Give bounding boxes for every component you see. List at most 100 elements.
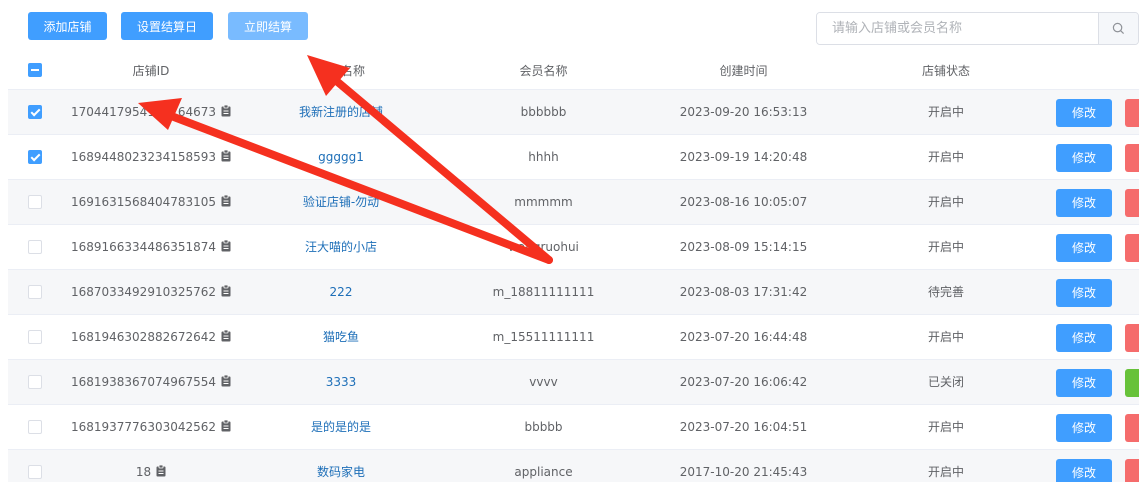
select-all-checkbox[interactable] [28,63,42,77]
table-row: 1689166334486351874 汪大喵的小店 wangruohui 2023-… [8,225,1139,270]
edit-button[interactable]: 修改 [1056,279,1112,307]
shop-name-link[interactable]: 验证店铺-勿动 [251,180,431,225]
header-member-name: 会员名称 [519,64,568,78]
shop-id: 1691631568404783105 [70,195,217,209]
edit-button[interactable]: 修改 [1056,144,1112,172]
shop-id-cell: 1689448023234158593 [61,135,241,180]
disable-button[interactable] [1125,414,1139,442]
disable-button[interactable] [1125,99,1139,127]
shop-id: 1689166334486351874 [70,240,217,254]
disable-button[interactable] [1125,189,1139,217]
member-name: vvvv [529,375,558,389]
created-time: 2023-09-20 16:53:13 [679,105,808,119]
table-row: 1681937776303042562 是的是的是 bbbbb 2023-07-20 … [8,405,1139,450]
created-time: 2023-07-20 16:06:42 [679,375,808,389]
created-time: 2023-07-20 16:44:48 [679,330,808,344]
shop-name-link[interactable]: 汪大喵的小店 [251,225,431,270]
edit-button[interactable]: 修改 [1056,459,1112,482]
header-shop-id: 店铺ID [132,64,170,78]
shop-id-cell: 1681946302882672642 [61,315,241,360]
shop-id-cell: 1691631568404783105 [61,180,241,225]
shop-id-cell: 18 [61,450,241,482]
table-row: 1689448023234158593 ggggg1 hhhh 2023-09-19 … [8,135,1139,180]
clipboard-icon[interactable] [221,420,231,432]
shop-status: 开启中 [927,105,964,119]
clipboard-icon[interactable] [221,195,231,207]
disable-button[interactable] [1125,324,1139,352]
toolbar: 添加店铺 设置结算日 立即结算 [0,0,1139,52]
disable-button[interactable] [1125,144,1139,172]
shop-status: 开启中 [927,330,964,344]
disable-button[interactable] [1125,234,1139,262]
edit-button[interactable]: 修改 [1056,324,1112,352]
table-row: 1681938367074967554 3333 vvvv 2023-07-20 16… [8,360,1139,405]
shop-name-link[interactable]: 数码家电 [251,450,431,482]
search-box [816,12,1139,45]
shop-name-link[interactable]: 222 [251,270,431,315]
shop-id-cell: 1681938367074967554 [61,360,241,405]
edit-button[interactable]: 修改 [1056,369,1112,397]
member-name: mmmmm [514,195,573,209]
created-time: 2023-09-19 14:20:48 [679,150,808,164]
shop-status: 开启中 [927,150,964,164]
row-checkbox[interactable] [28,330,42,344]
clipboard-icon[interactable] [221,330,231,342]
clipboard-icon[interactable] [221,375,231,387]
set-settlement-day-button[interactable]: 设置结算日 [121,12,213,40]
shop-id-cell: 1704417954164164673 [61,90,241,135]
table-row: 18 数码家电 appliance 2017-10-20 21:45:43 开启中 修改 [8,450,1139,482]
clipboard-icon[interactable] [221,285,231,297]
edit-button[interactable]: 修改 [1056,414,1112,442]
created-time: 2023-08-03 17:31:42 [679,285,808,299]
shop-status: 开启中 [927,195,964,209]
search-input[interactable] [817,13,1098,44]
enable-button[interactable] [1125,369,1139,397]
table-header: 店铺ID 店铺名称 会员名称 创建时间 店铺状态 [8,52,1139,90]
created-time: 2023-08-09 15:14:15 [679,240,808,254]
shop-name-link[interactable]: 是的是的是 [251,405,431,450]
member-name: appliance [514,465,573,479]
table-body: 1704417954164164673 我新注册的店铺 bbbbbb 2023-09-… [8,90,1139,482]
row-checkbox[interactable] [28,420,42,434]
clipboard-icon[interactable] [156,465,166,477]
clipboard-icon[interactable] [221,240,231,252]
table-row: 1681946302882672642 猫吃鱼 m_15511111111 2023-… [8,315,1139,360]
shop-name-link[interactable]: 猫吃鱼 [251,315,431,360]
disable-button[interactable] [1125,459,1139,482]
member-name: bbbbbb [520,105,567,119]
created-time: 2023-08-16 10:05:07 [679,195,808,209]
edit-button[interactable]: 修改 [1056,234,1112,262]
search-icon [1112,22,1125,35]
shop-id: 1681937776303042562 [70,420,217,434]
row-checkbox[interactable] [28,375,42,389]
row-checkbox[interactable] [28,465,42,479]
header-created-time: 创建时间 [719,64,768,78]
member-name: wangruohui [508,240,579,254]
shop-status: 开启中 [927,420,964,434]
shop-id: 1681938367074967554 [70,375,217,389]
edit-button[interactable]: 修改 [1056,99,1112,127]
search-button[interactable] [1098,13,1138,44]
shop-status: 已关闭 [927,375,964,389]
settle-now-button[interactable]: 立即结算 [228,12,308,40]
row-checkbox[interactable] [28,150,42,164]
table-row: 1691631568404783105 验证店铺-勿动 mmmmm 2023-08-1… [8,180,1139,225]
row-checkbox[interactable] [28,195,42,209]
edit-button[interactable]: 修改 [1056,189,1112,217]
member-name: hhhh [528,150,559,164]
shop-id-cell: 1687033492910325762 [61,270,241,315]
shop-status: 开启中 [927,240,964,254]
member-name: bbbbb [524,420,563,434]
clipboard-icon[interactable] [221,150,231,162]
add-shop-button[interactable]: 添加店铺 [28,12,107,40]
table-row: 1704417954164164673 我新注册的店铺 bbbbbb 2023-09-… [8,90,1139,135]
shop-name-link[interactable]: 我新注册的店铺 [251,90,431,135]
shop-name-link[interactable]: ggggg1 [251,135,431,180]
clipboard-icon[interactable] [221,105,231,117]
shop-status: 开启中 [927,465,964,479]
row-checkbox[interactable] [28,240,42,254]
row-checkbox[interactable] [28,105,42,119]
member-name: m_15511111111 [492,330,595,344]
shop-name-link[interactable]: 3333 [251,360,431,405]
row-checkbox[interactable] [28,285,42,299]
